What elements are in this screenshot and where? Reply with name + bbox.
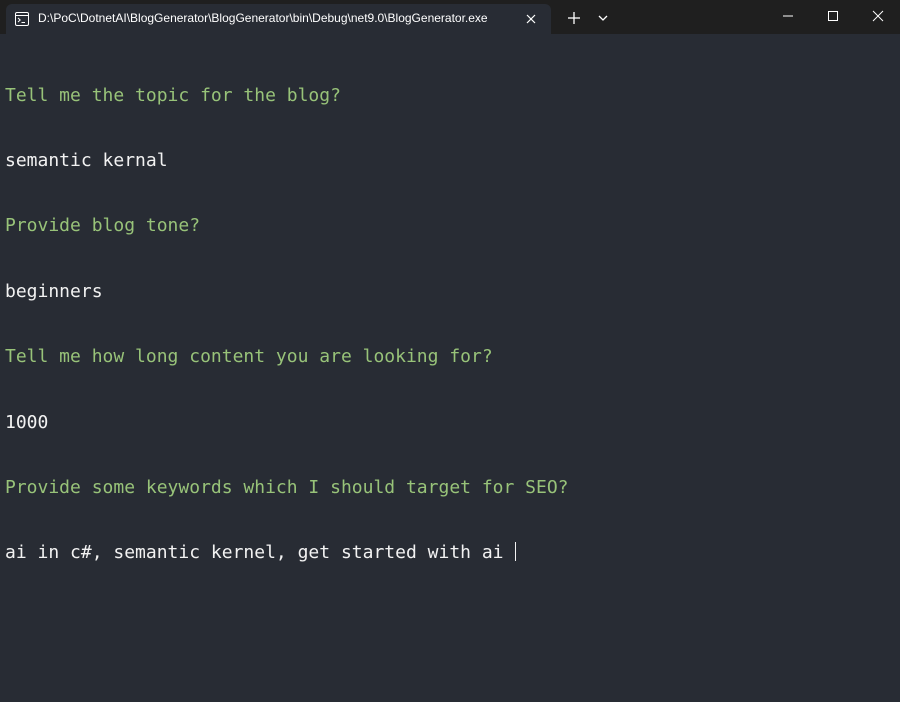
terminal-tab[interactable]: D:\PoC\DotnetAI\BlogGenerator\BlogGenera… [6,4,551,34]
chevron-down-icon [598,15,608,21]
title-bar[interactable]: D:\PoC\DotnetAI\BlogGenerator\BlogGenera… [0,0,900,34]
answer-line: beginners [5,280,103,302]
prompt-line: Tell me how long content you are looking… [5,346,493,368]
minimize-icon [782,15,793,17]
maximize-icon [827,11,838,21]
answer-line: 1000 [5,411,49,433]
prompt-line: Provide some keywords which I should tar… [5,476,569,498]
plus-icon [568,12,580,24]
text-cursor [515,542,517,562]
prompt-line: Provide blog tone? [5,215,201,237]
prompt-line: Tell me the topic for the blog? [5,84,341,106]
answer-line: semantic kernal [5,149,168,171]
close-window-button[interactable] [855,0,900,32]
terminal-icon [15,12,29,26]
new-tab-button[interactable] [558,4,590,32]
maximize-button[interactable] [810,0,855,32]
close-icon [872,10,883,22]
terminal-output[interactable]: Tell me the topic for the blog? semantic… [5,41,895,608]
tab-title: D:\PoC\DotnetAI\BlogGenerator\BlogGenera… [38,11,488,25]
close-tab-icon[interactable] [523,11,539,27]
minimize-button[interactable] [765,0,810,32]
current-input: ai in c#, semantic kernel, get started w… [5,542,515,564]
terminal-window: D:\PoC\DotnetAI\BlogGenerator\BlogGenera… [0,0,900,702]
tab-dropdown-button[interactable] [591,4,615,32]
input-line[interactable]: ai in c#, semantic kernel, get started w… [5,542,895,564]
